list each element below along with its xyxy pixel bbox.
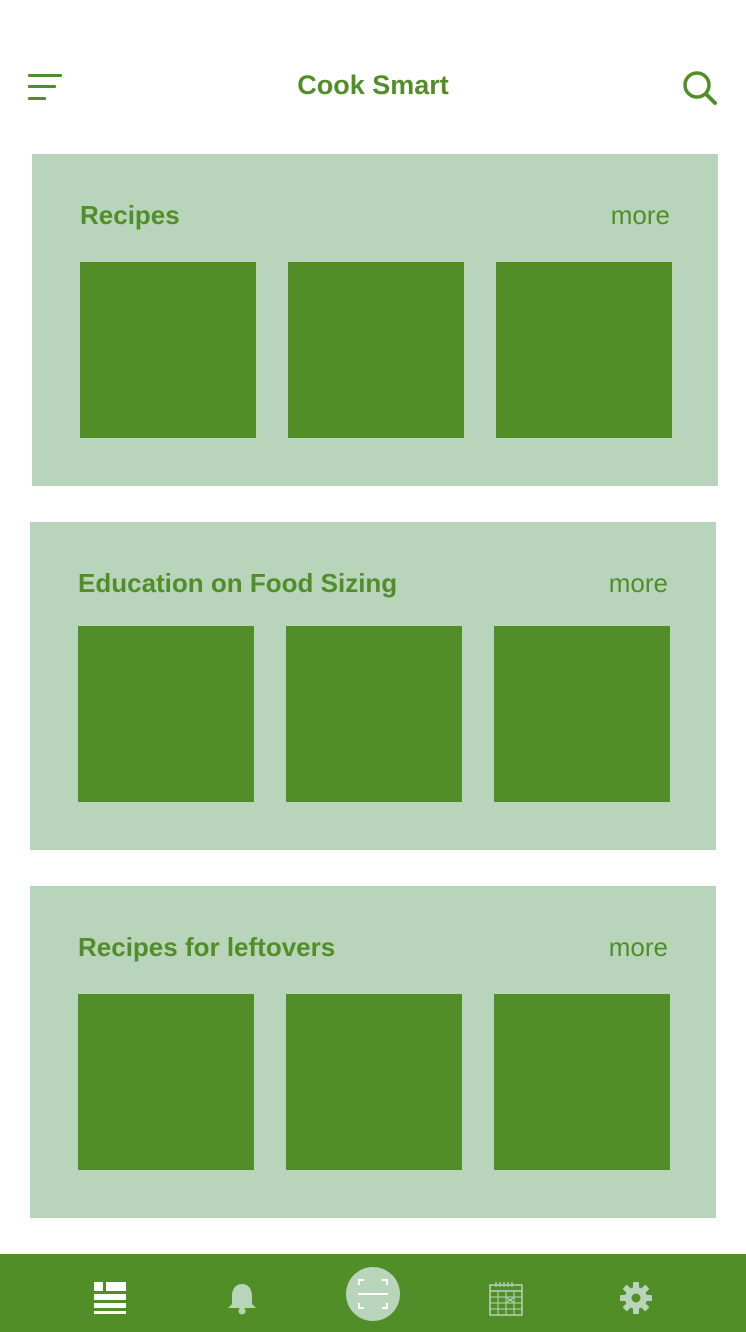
nav-item-feed[interactable] <box>74 1254 146 1332</box>
section-title: Recipes <box>80 200 180 230</box>
gear-icon <box>620 1282 652 1314</box>
recipes-section: Recipes more <box>32 154 718 486</box>
bottom-nav <box>0 1254 746 1332</box>
more-link[interactable]: more <box>609 932 668 963</box>
scan-icon <box>346 1267 400 1321</box>
leftover-recipe-tile[interactable] <box>494 994 670 1170</box>
feed-icon <box>94 1282 126 1314</box>
leftovers-section: Recipes for leftovers more <box>30 886 716 1218</box>
food-sizing-section: Education on Food Sizing more <box>30 522 716 850</box>
calendar-icon <box>489 1282 523 1316</box>
recipe-tile[interactable] <box>288 262 464 438</box>
education-tile[interactable] <box>78 626 254 802</box>
section-title: Education on Food Sizing <box>78 568 398 598</box>
recipe-tile[interactable] <box>496 262 672 438</box>
education-tile[interactable] <box>494 626 670 802</box>
bell-icon <box>228 1284 256 1315</box>
nav-item-calendar[interactable] <box>470 1254 542 1332</box>
recipe-tile[interactable] <box>80 262 256 438</box>
top-app-bar: Cook Smart <box>0 0 746 150</box>
leftover-recipe-tile[interactable] <box>286 994 462 1170</box>
more-link[interactable]: more <box>609 568 668 599</box>
section-title: Recipes for leftovers <box>78 932 336 962</box>
page-title: Cook Smart <box>297 70 449 100</box>
nav-item-settings[interactable] <box>600 1254 672 1332</box>
nav-item-scan[interactable] <box>336 1254 410 1332</box>
education-tile[interactable] <box>286 626 462 802</box>
more-link[interactable]: more <box>611 200 670 231</box>
leftover-recipe-tile[interactable] <box>78 994 254 1170</box>
search-icon[interactable] <box>682 70 718 106</box>
nav-item-notifications[interactable] <box>206 1254 278 1332</box>
